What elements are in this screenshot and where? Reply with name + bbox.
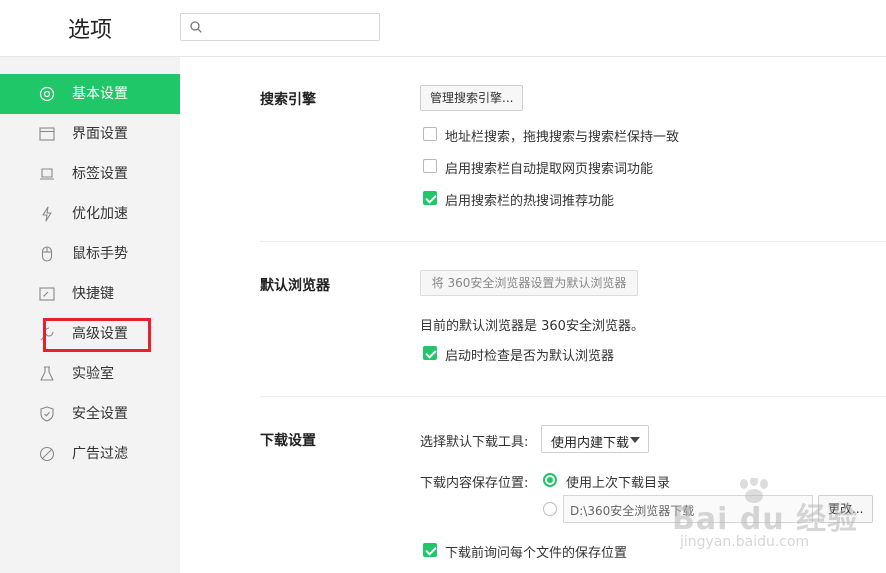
- checkbox-auto-extract[interactable]: [423, 159, 437, 173]
- mouse-icon: [41, 246, 53, 262]
- download-tool-value: 使用内建下载: [551, 436, 630, 451]
- target-icon: [39, 86, 55, 102]
- section-title-download: 下载设置: [260, 433, 316, 449]
- sidebar-item-interface[interactable]: 界面设置: [0, 114, 180, 154]
- watermark-brand: Bai du 经验: [672, 502, 859, 537]
- option-label: 下载前询问每个文件的保存位置: [445, 546, 628, 561]
- sidebar: 基本设置 界面设置 标签设置 优化加速 鼠标手势 快捷键 高级设置 实验室 安全…: [0, 57, 180, 573]
- sidebar-item-label: 安全设置: [72, 406, 128, 422]
- watermark-url: jingyan.baidu.com: [680, 534, 810, 550]
- sidebar-item-security[interactable]: 安全设置: [0, 394, 180, 434]
- option-label: 启用搜索栏自动提取网页搜索词功能: [445, 162, 654, 177]
- flask-icon: [40, 366, 54, 381]
- section-divider: [260, 396, 886, 397]
- baidu-watermark: Bai du 经验 jingyan.baidu.com: [672, 478, 886, 558]
- search-box[interactable]: [180, 13, 380, 41]
- window-icon: [39, 127, 55, 141]
- section-title-default-browser: 默认浏览器: [260, 278, 330, 294]
- section-divider: [260, 241, 886, 242]
- radio-custom-directory[interactable]: [543, 502, 557, 516]
- sidebar-item-tabs[interactable]: 标签设置: [0, 154, 180, 194]
- sidebar-item-shortcut[interactable]: 快捷键: [0, 274, 180, 314]
- set-default-browser-button[interactable]: 将 360安全浏览器设置为默认浏览器: [420, 270, 638, 296]
- sidebar-item-label: 快捷键: [72, 286, 114, 302]
- search-icon: [190, 21, 202, 33]
- section-title-search-engine: 搜索引擎: [260, 92, 316, 108]
- sidebar-item-label: 界面设置: [72, 126, 128, 142]
- shield-icon: [40, 406, 54, 422]
- manage-search-engines-button[interactable]: 管理搜索引擎...: [420, 85, 524, 111]
- block-icon: [39, 446, 55, 462]
- sidebar-item-label: 标签设置: [72, 166, 128, 182]
- sidebar-item-optimize[interactable]: 优化加速: [0, 194, 180, 234]
- radio-last-directory-label: 使用上次下载目录: [566, 476, 671, 491]
- sidebar-item-label: 优化加速: [72, 206, 128, 222]
- sidebar-item-label: 广告过滤: [72, 446, 128, 462]
- default-browser-status: 目前的默认浏览器是 360安全浏览器。: [420, 319, 644, 334]
- option-label: 地址栏搜索，拖拽搜索与搜索栏保持一致: [445, 130, 680, 145]
- download-tool-label: 选择默认下载工具:: [420, 435, 529, 450]
- sidebar-item-label: 鼠标手势: [72, 246, 128, 262]
- tab-icon: [40, 168, 54, 180]
- checkbox-check-default-on-start[interactable]: [423, 346, 437, 360]
- chevron-down-icon: [630, 437, 640, 443]
- sidebar-item-basic[interactable]: 基本设置: [0, 74, 180, 114]
- highlight-box: [43, 318, 151, 352]
- lightning-icon: [42, 206, 52, 222]
- checkbox-ask-save-location[interactable]: [423, 543, 437, 557]
- radio-last-directory[interactable]: [543, 473, 557, 487]
- sidebar-item-label: 基本设置: [72, 86, 128, 102]
- search-input[interactable]: [209, 17, 374, 37]
- sidebar-item-adblock[interactable]: 广告过滤: [0, 434, 180, 474]
- checkbox-address-bar-search[interactable]: [423, 127, 437, 141]
- option-label: 启动时检查是否为默认浏览器: [445, 349, 615, 364]
- sidebar-item-label: 实验室: [72, 366, 114, 382]
- download-location-label: 下载内容保存位置:: [420, 476, 529, 491]
- checkbox-hot-search[interactable]: [423, 191, 437, 205]
- download-tool-select[interactable]: 使用内建下载: [541, 425, 649, 453]
- sidebar-item-lab[interactable]: 实验室: [0, 354, 180, 394]
- top-bar: 选项: [0, 0, 886, 57]
- option-label: 启用搜索栏的热搜词推荐功能: [445, 194, 615, 209]
- page-title: 选项: [68, 18, 113, 43]
- shortcut-icon: [39, 287, 55, 301]
- sidebar-item-mouse[interactable]: 鼠标手势: [0, 234, 180, 274]
